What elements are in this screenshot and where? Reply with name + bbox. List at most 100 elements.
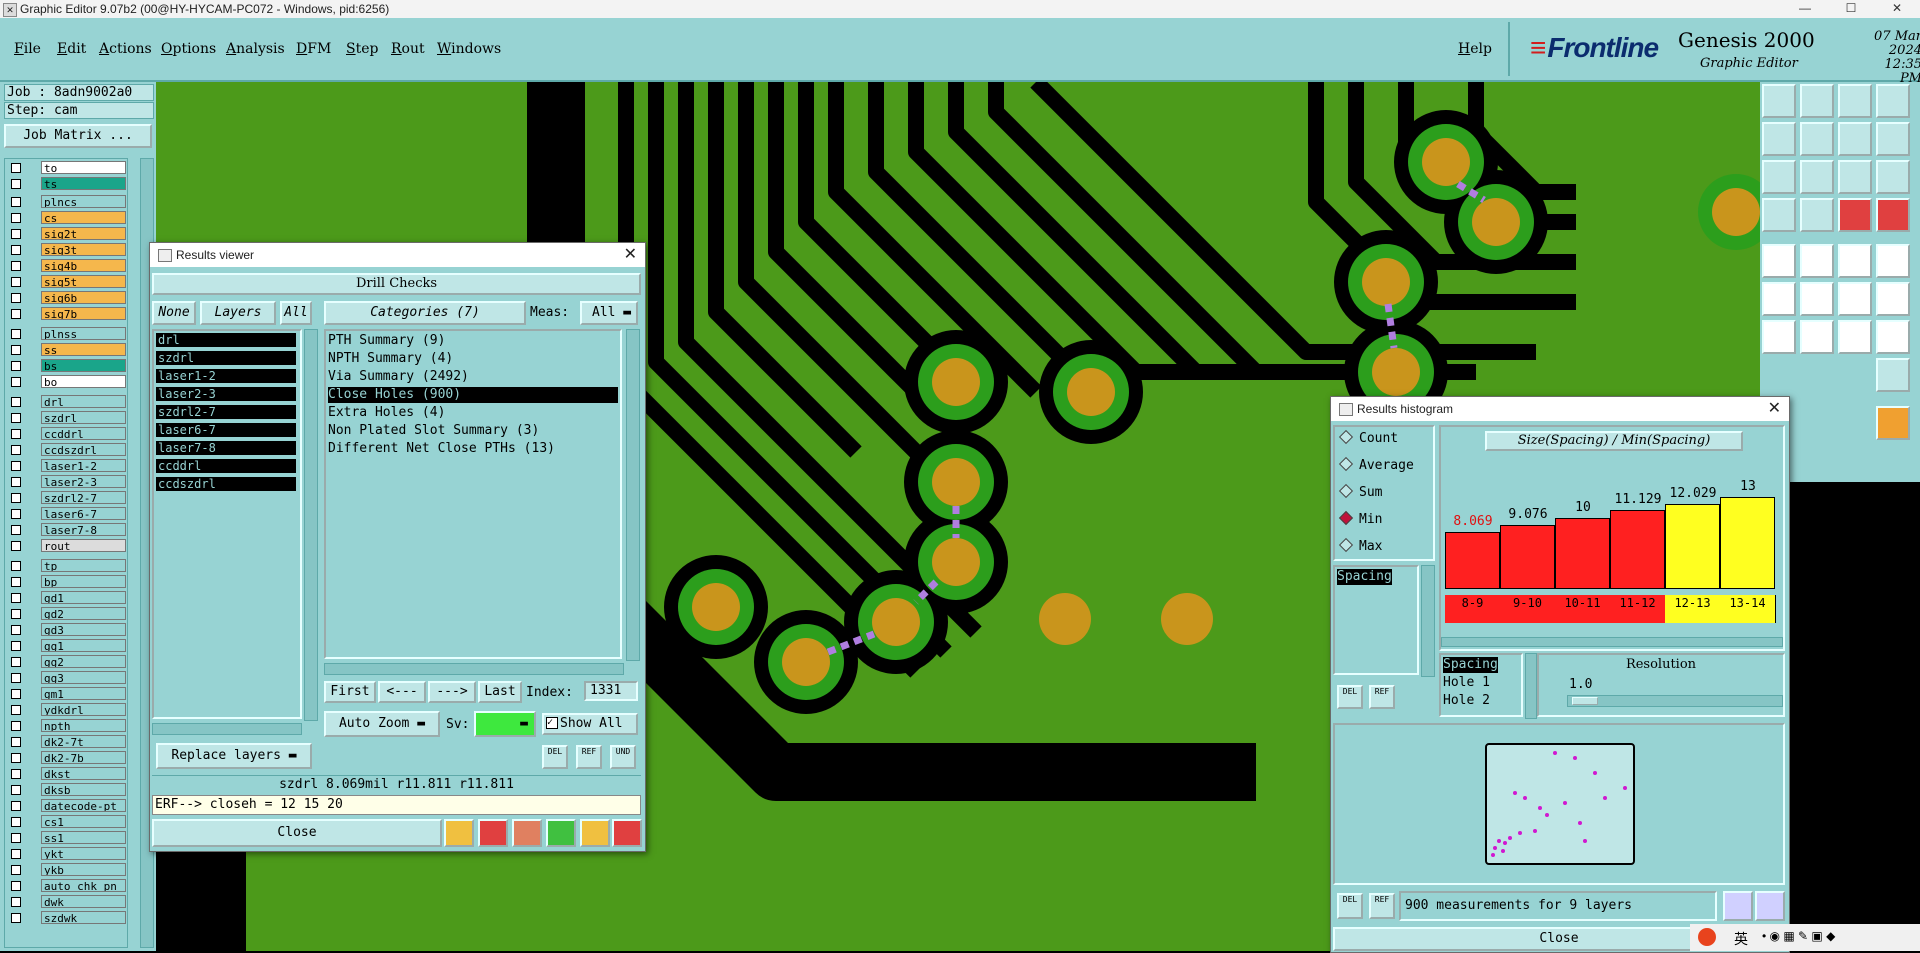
meas-dropdown[interactable]: All ▬ [580,301,638,325]
layer-row[interactable]: to [5,161,127,175]
layer-name[interactable]: ss1 [41,831,126,844]
categories-hscroll[interactable] [324,663,624,675]
layer-name[interactable]: cs [41,211,126,224]
layer-row[interactable]: laser2-3 [5,475,127,489]
layer-checkbox[interactable] [11,541,21,551]
tool-button-17[interactable] [1762,244,1796,278]
layer-row[interactable]: sig3t [5,243,127,257]
layer-name[interactable]: szdrl [41,411,126,424]
layer-name[interactable]: auto_chk_pn [41,879,126,892]
layer-row[interactable]: laser6-7 [5,507,127,521]
layer-row[interactable]: laser7-8 [5,523,127,537]
last-button[interactable]: Last [478,681,522,703]
layer-checkbox[interactable] [11,609,21,619]
layer-name[interactable]: ydkdrl [41,703,126,716]
layer-list-item[interactable]: drl [156,333,296,347]
layer-row[interactable]: drl [5,395,127,409]
layer-checkbox[interactable] [11,245,21,255]
job-matrix-button[interactable]: Job Matrix ... [4,124,152,148]
tool-button-8[interactable] [1876,122,1910,156]
layer-checkbox[interactable] [11,561,21,571]
category-item[interactable]: Close Holes (900) [328,387,618,403]
layer-name[interactable]: gd1 [41,591,126,604]
layer-name[interactable]: sig2t [41,227,126,240]
layer-name[interactable]: npth [41,719,126,732]
layer-name[interactable]: cs1 [41,815,126,828]
layer-list-item[interactable]: laser1-2 [156,369,296,383]
layer-checkbox[interactable] [11,397,21,407]
layer-checkbox[interactable] [11,753,21,763]
list-item[interactable]: Hole 1 [1443,675,1490,691]
layer-row[interactable]: sig4b [5,259,127,273]
layer-name[interactable]: dk2-7b [41,751,126,764]
layer-list-item[interactable]: laser6-7 [156,423,296,437]
layer-row[interactable]: dk2-7b [5,751,127,765]
layer-name[interactable]: tp [41,559,126,572]
layer-list-vscroll[interactable] [304,329,318,721]
list-item[interactable]: Spacing [1337,569,1392,585]
layer-name[interactable]: dkst [41,767,126,780]
layer-checkbox[interactable] [11,769,21,779]
menu-options[interactable]: Options [161,41,216,57]
layer-row[interactable]: ydkdrl [5,703,127,717]
layer-checkbox[interactable] [11,509,21,519]
tool-button-20[interactable] [1876,244,1910,278]
layer-row[interactable]: gd3 [5,623,127,637]
layer-name[interactable]: dksb [41,783,126,796]
layer-row[interactable]: gg2 [5,655,127,669]
tool-button-23[interactable] [1838,282,1872,316]
histogram-bar[interactable] [1555,518,1610,589]
layer-checkbox[interactable] [11,849,21,859]
layer-row[interactable]: bp [5,575,127,589]
layer-row[interactable]: szdrl2-7 [5,491,127,505]
layer-checkbox[interactable] [11,197,21,207]
layer-row[interactable]: dwk [5,895,127,909]
layer-row[interactable]: plncs [5,195,127,209]
layer-row[interactable]: npth [5,719,127,733]
layer-row[interactable]: plnss [5,327,127,341]
category-item[interactable]: Extra Holes (4) [328,405,618,421]
layer-checkbox[interactable] [11,293,21,303]
mode-radio-sum[interactable]: Sum [1338,483,1382,500]
layer-row[interactable]: gg3 [5,671,127,685]
tool-button-28[interactable] [1876,320,1910,354]
zoom-fit-icon[interactable] [1762,160,1796,194]
list-item[interactable]: Hole 2 [1443,693,1490,709]
layer-name[interactable]: szdrl2-7 [41,491,126,504]
tool-button-24[interactable] [1876,282,1910,316]
layer-row[interactable]: auto_chk_pn [5,879,127,893]
ref-button[interactable]: REF [1369,893,1395,919]
zoom-chart-icon[interactable] [1723,891,1753,921]
layer-name[interactable]: gg3 [41,671,126,684]
mode-radio-min[interactable]: Min [1338,510,1382,527]
menu-analysis[interactable]: Analysis [226,41,285,57]
layer-checkbox[interactable] [11,493,21,503]
layer-checkbox[interactable] [11,277,21,287]
layer-name[interactable]: gd3 [41,623,126,636]
menu-dfm[interactable]: DFM [296,41,331,57]
menu-rout[interactable]: Rout [391,41,425,57]
layer-checkbox[interactable] [11,445,21,455]
tool-button-22[interactable] [1800,282,1834,316]
category-item[interactable]: NPTH Summary (4) [328,351,618,367]
layer-checkbox[interactable] [11,785,21,795]
list-item[interactable]: Spacing [1443,657,1498,673]
layer-checkbox[interactable] [11,657,21,667]
layer-list-item[interactable]: ccddrl [156,459,296,473]
tool-button-29[interactable] [1876,358,1910,392]
layer-checkbox[interactable] [11,865,21,875]
menu-actions[interactable]: Actions [99,41,152,57]
layer-row[interactable]: ss [5,343,127,357]
tray-icons[interactable]: • ◉ ▦ ✎ ▣ ◆ [1762,929,1835,943]
layer-row[interactable]: cs [5,211,127,225]
close-window-button[interactable]: ✕ [1874,0,1920,18]
tool-button-27[interactable] [1838,320,1872,354]
layer-name[interactable]: plncs [41,195,126,208]
layer-list-item[interactable]: ccdszdrl [156,477,296,491]
tool-icon-4[interactable] [546,819,576,847]
next-button[interactable]: ---> [428,681,476,703]
ime-logo-icon[interactable] [1698,928,1716,946]
layer-checkbox[interactable] [11,801,21,811]
menu-file[interactable]: File [14,41,41,57]
close-button[interactable]: Close [152,819,442,847]
